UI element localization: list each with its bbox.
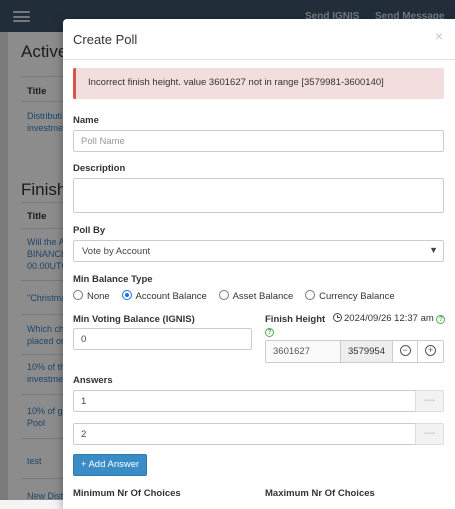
radio-account-balance[interactable]: Account Balance [121, 290, 207, 302]
clock-icon [333, 313, 342, 322]
radio-currency-balance[interactable]: Currency Balance [305, 290, 395, 302]
radio-label: Account Balance [135, 291, 207, 302]
radio-label: Asset Balance [232, 291, 294, 302]
answer-input-1[interactable] [73, 390, 416, 412]
increase-height-button[interactable]: + [418, 341, 443, 362]
remove-answer-button[interactable]: — [415, 390, 444, 412]
question-circle-icon[interactable]: ? [265, 328, 274, 337]
finish-height-date: 2024/09/26 12:37 am [344, 313, 434, 324]
min-voting-balance-input[interactable] [73, 328, 252, 350]
description-label: Description [73, 163, 126, 174]
name-label: Name [73, 115, 99, 126]
min-balance-type-label: Min Balance Type [73, 274, 153, 285]
max-choices-label: Maximum Nr Of Choices [265, 488, 375, 499]
chevron-down-icon: ▼ [429, 245, 438, 255]
error-message: Incorrect finish height. value 3601627 n… [88, 77, 384, 88]
poll-by-value: Vote by Account [82, 246, 151, 257]
radio-asset-balance[interactable]: Asset Balance [218, 290, 294, 302]
radio-button[interactable] [218, 290, 229, 300]
modal-title: Create Poll [73, 32, 138, 47]
create-poll-modal: Create Poll × Incorrect finish height. v… [63, 19, 455, 509]
close-icon[interactable]: × [435, 28, 443, 44]
radio-button-selected[interactable] [121, 290, 132, 300]
description-textarea[interactable] [73, 178, 444, 213]
current-height: 3579954 [341, 341, 393, 362]
radio-label: None [87, 291, 110, 302]
plus-circle-icon: + [425, 344, 436, 356]
minus-circle-icon: − [399, 344, 411, 356]
modal-header-divider [63, 59, 455, 60]
poll-by-select[interactable]: Vote by Account ▼ [73, 240, 444, 262]
answers-label: Answers [73, 375, 113, 386]
finish-height-date-row: 2024/09/26 12:37 am ? [333, 313, 446, 324]
finish-height-group: 3579954 − + [265, 340, 444, 363]
poll-by-label: Poll By [73, 225, 106, 236]
answer-input-2[interactable] [73, 423, 416, 445]
radio-label: Currency Balance [319, 291, 395, 302]
radio-button[interactable] [305, 290, 316, 300]
remove-answer-button[interactable]: — [415, 423, 444, 445]
finish-height-input[interactable] [266, 341, 341, 362]
decrease-height-button[interactable]: − [393, 341, 418, 362]
min-voting-balance-label: Min Voting Balance (IGNIS) [73, 314, 195, 325]
add-answer-button[interactable]: + Add Answer [73, 454, 147, 476]
radio-button[interactable] [73, 290, 83, 300]
question-circle-icon[interactable]: ? [436, 315, 446, 324]
min-choices-label: Minimum Nr Of Choices [73, 488, 181, 499]
balance-type-radio-group: None Account Balance Asset Balance Curre… [73, 290, 404, 304]
error-alert: Incorrect finish height. value 3601627 n… [73, 68, 444, 99]
radio-none[interactable]: None [73, 290, 110, 302]
poll-name-input[interactable] [73, 130, 444, 152]
finish-height-label: Finish Height [265, 314, 326, 325]
